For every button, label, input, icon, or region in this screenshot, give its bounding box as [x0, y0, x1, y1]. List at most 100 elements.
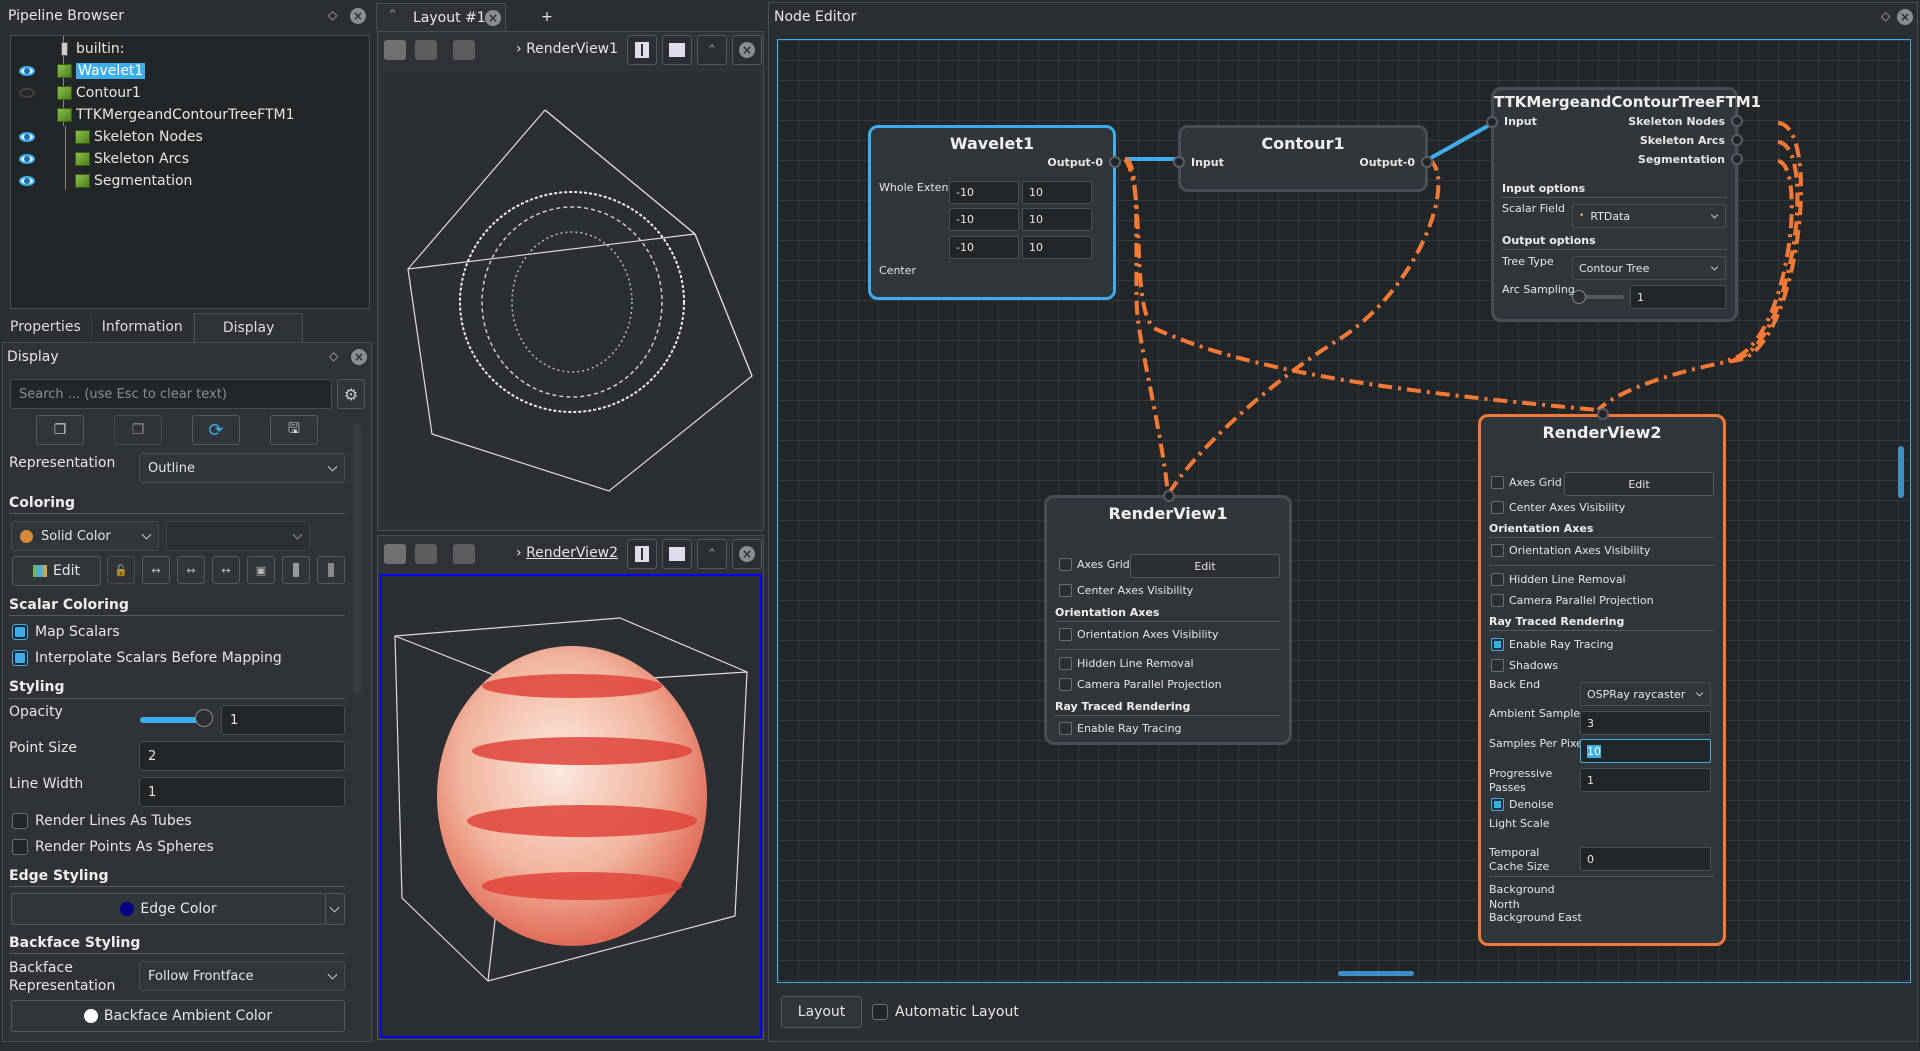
axes-grid-edit-button[interactable]: Edit [1130, 554, 1280, 578]
screenshot-icon[interactable] [453, 40, 475, 60]
extent-input[interactable]: 10 [1022, 236, 1092, 259]
eye-icon[interactable] [19, 66, 35, 76]
split-horizontal-button[interactable] [627, 35, 657, 65]
enable-ray-tracing-checkbox[interactable] [1059, 722, 1072, 735]
tab-properties[interactable]: Properties [0, 313, 92, 343]
coloring-select[interactable]: Solid Color [11, 521, 159, 551]
extent-input[interactable]: 10 [1022, 208, 1092, 231]
camera-parallel-checkbox[interactable] [1491, 594, 1504, 607]
renderview2-viewport[interactable] [380, 574, 762, 1038]
vertical-scrollbar[interactable] [1898, 446, 1904, 498]
denoise-checkbox[interactable] [1491, 798, 1504, 811]
arc-sampling-handle[interactable] [1572, 290, 1586, 304]
close-icon[interactable]: × [350, 8, 366, 24]
layout-button[interactable]: Layout [781, 996, 862, 1028]
render-points-spheres-checkbox[interactable] [12, 839, 28, 855]
camera-parallel-checkbox[interactable] [1059, 678, 1072, 691]
tab-display[interactable]: Display [193, 313, 304, 343]
close-view-button[interactable]: × [732, 539, 762, 569]
tree-item-skeleton-arcs[interactable]: Skeleton Arcs [75, 148, 189, 170]
hidden-line-checkbox[interactable] [1059, 657, 1072, 670]
rescale-temporal-button[interactable]: ↔ [212, 556, 240, 584]
split-vertical-button[interactable] [662, 35, 692, 65]
tab-information[interactable]: Information [92, 313, 194, 343]
display-scrollbar[interactable] [353, 423, 361, 693]
shadows-checkbox[interactable] [1491, 659, 1504, 672]
screenshot-icon[interactable] [453, 544, 475, 564]
node-contour1[interactable]: Contour1 Input Output-0 [1173, 125, 1433, 192]
input-port[interactable] [1486, 116, 1498, 128]
tree-item-segmentation[interactable]: Segmentation [75, 170, 192, 192]
edit-colormap-button[interactable]: Edit [12, 556, 101, 586]
float-icon[interactable]: ◇ [328, 8, 337, 22]
view-title[interactable]: › RenderView1 [516, 41, 618, 57]
float-icon[interactable]: ◇ [1881, 9, 1890, 23]
split-horizontal-button[interactable] [627, 539, 657, 569]
edge-color-button[interactable]: Edge Color [11, 893, 326, 925]
tree-item-ttk[interactable]: TTKMergeandContourTreeFTM1 [57, 104, 295, 126]
save-defaults-button[interactable]: 🖫 [270, 415, 318, 445]
render-lines-tubes-checkbox[interactable] [12, 813, 28, 829]
reset-button[interactable]: ⟳ [192, 415, 240, 445]
eye-icon[interactable] [19, 154, 35, 164]
display-search-input[interactable]: Search ... (use Esc to clear text) [10, 379, 332, 409]
colorbar-button[interactable] [282, 556, 310, 584]
temporal-cache-input[interactable]: 0 [1580, 847, 1711, 871]
reset-camera-icon[interactable] [384, 544, 406, 564]
tree-item-builtin[interactable]: builtin: [61, 38, 125, 60]
orientation-axes-checkbox[interactable] [1059, 628, 1072, 641]
lock-range-button[interactable]: 🔓 [107, 556, 135, 584]
copy-button[interactable]: ❐ [36, 415, 84, 445]
eye-icon[interactable] [19, 132, 35, 142]
close-view-button[interactable]: × [732, 35, 762, 65]
axes-grid-edit-button[interactable]: Edit [1564, 472, 1714, 496]
component-select[interactable] [166, 521, 310, 551]
interpolate-scalars-checkbox[interactable] [12, 650, 28, 666]
arc-sampling-input[interactable]: 1 [1630, 285, 1726, 309]
eye-icon[interactable] [19, 176, 35, 186]
maximize-button[interactable]: ⌃ [697, 539, 727, 569]
tree-item-wavelet1[interactable]: Wavelet1 [57, 60, 146, 82]
layout-tab[interactable]: ⌃ Layout #1 × [376, 3, 506, 31]
input-port[interactable] [1163, 490, 1175, 502]
float-icon[interactable]: ◇ [329, 349, 338, 363]
hidden-line-checkbox[interactable] [1491, 573, 1504, 586]
advanced-settings-button[interactable]: ⚙ [337, 379, 365, 409]
edge-color-menu-button[interactable] [325, 893, 345, 925]
map-scalars-checkbox[interactable] [12, 624, 28, 640]
node-renderview2[interactable]: RenderView2 Axes Grid Edit Center Axes V… [1478, 408, 1726, 946]
maximize-button[interactable]: ⌃ [697, 35, 727, 65]
reset-camera-icon[interactable] [384, 40, 406, 60]
progressive-passes-input[interactable]: 1 [1580, 768, 1711, 792]
rescale-visible-button[interactable]: ▣ [247, 556, 275, 584]
line-width-input[interactable]: 1 [139, 777, 345, 807]
paste-button[interactable]: ❐ [114, 415, 162, 445]
output-port[interactable] [1731, 153, 1743, 165]
node-canvas[interactable]: Wavelet1 Output-0 Whole Extent -10 10 -1… [777, 39, 1911, 983]
representation-select[interactable]: Outline [139, 453, 345, 483]
node-renderview1[interactable]: RenderView1 Axes Grid Edit Center Axes V… [1044, 490, 1292, 745]
opacity-slider-handle[interactable] [195, 709, 213, 727]
close-layout-icon[interactable]: × [485, 10, 501, 26]
split-vertical-button[interactable] [662, 539, 692, 569]
orientation-axes-checkbox[interactable] [1491, 544, 1504, 557]
close-icon[interactable]: × [1897, 9, 1913, 25]
output-port[interactable] [1731, 115, 1743, 127]
view-title[interactable]: › RenderView2 [516, 545, 618, 561]
center-axes-checkbox[interactable] [1059, 584, 1072, 597]
input-port[interactable] [1173, 156, 1185, 168]
extent-input[interactable]: -10 [949, 181, 1019, 204]
opacity-slider[interactable] [140, 717, 200, 723]
backface-rep-select[interactable]: Follow Frontface [139, 961, 345, 991]
rescale-custom-button[interactable]: ↔ [177, 556, 205, 584]
extent-input[interactable]: -10 [949, 236, 1019, 259]
camera-undo-icon[interactable] [415, 40, 437, 60]
tree-item-skeleton-nodes[interactable]: Skeleton Nodes [75, 126, 203, 148]
opacity-input[interactable]: 1 [221, 705, 345, 735]
samples-per-pixel-input[interactable]: 10 [1580, 739, 1711, 763]
ambient-samples-input[interactable]: 3 [1580, 711, 1711, 735]
output-port[interactable] [1731, 134, 1743, 146]
camera-undo-icon[interactable] [415, 544, 437, 564]
back-end-select[interactable]: OSPRay raycaster [1580, 682, 1711, 706]
extent-input[interactable]: 10 [1022, 181, 1092, 204]
